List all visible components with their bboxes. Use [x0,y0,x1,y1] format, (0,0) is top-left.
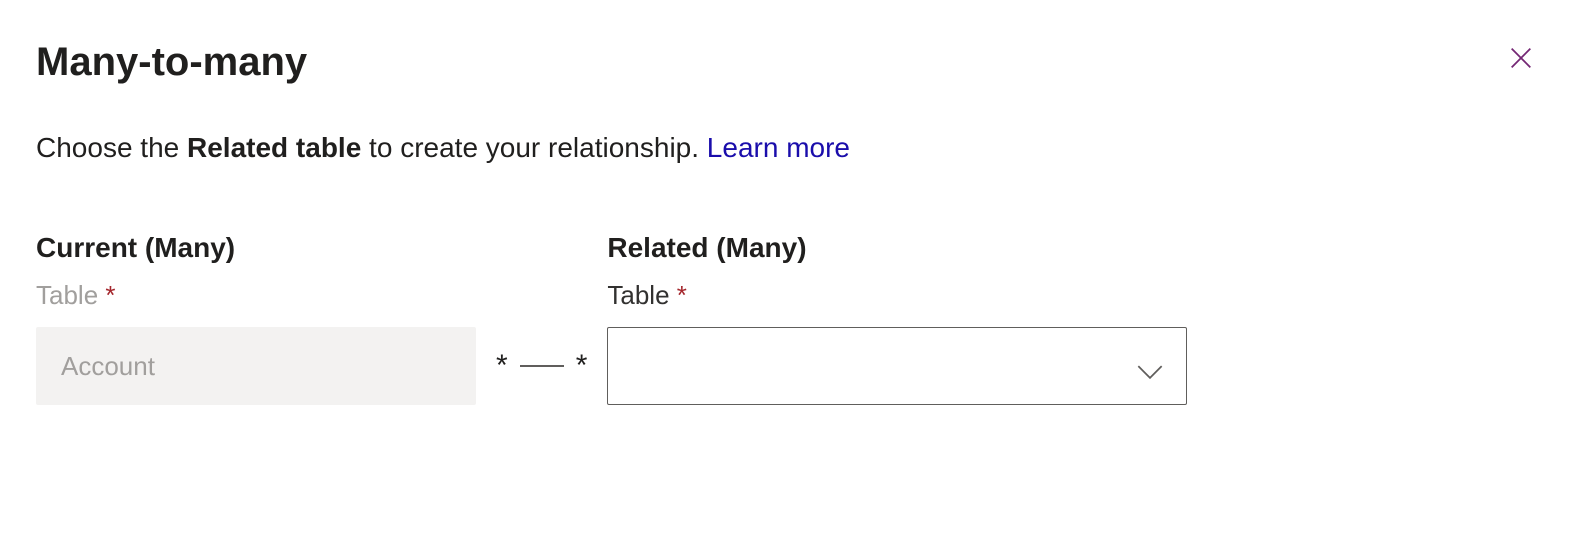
connector-star-right: * [576,349,588,383]
required-indicator: * [677,280,687,310]
current-table-field: Account [36,327,476,405]
connector-line [520,365,564,367]
required-indicator: * [105,280,115,310]
related-table-label-text: Table [607,280,669,310]
chevron-down-icon [1136,357,1164,375]
close-icon [1507,60,1535,75]
relationship-form-row: Current (Many) Table * Account * * Relat… [36,232,1539,405]
connector-star-left: * [496,349,508,383]
description-bold: Related table [187,132,361,163]
related-table-column: Related (Many) Table * [607,232,1187,405]
current-table-label-text: Table [36,280,98,310]
page-title: Many-to-many [36,40,307,84]
related-table-field-label: Table * [607,280,1187,311]
description-prefix: Choose the [36,132,187,163]
description-text: Choose the Related table to create your … [36,132,1539,164]
learn-more-link[interactable]: Learn more [707,132,850,163]
current-section-heading: Current (Many) [36,232,476,264]
related-section-heading: Related (Many) [607,232,1187,264]
current-table-field-label: Table * [36,280,476,311]
current-table-value: Account [61,351,155,382]
relationship-connector: * * [476,327,607,405]
current-table-column: Current (Many) Table * Account [36,232,476,405]
dialog-header: Many-to-many [36,40,1539,84]
close-button[interactable] [1503,40,1539,76]
related-table-dropdown[interactable] [607,327,1187,405]
description-suffix: to create your relationship. [361,132,707,163]
